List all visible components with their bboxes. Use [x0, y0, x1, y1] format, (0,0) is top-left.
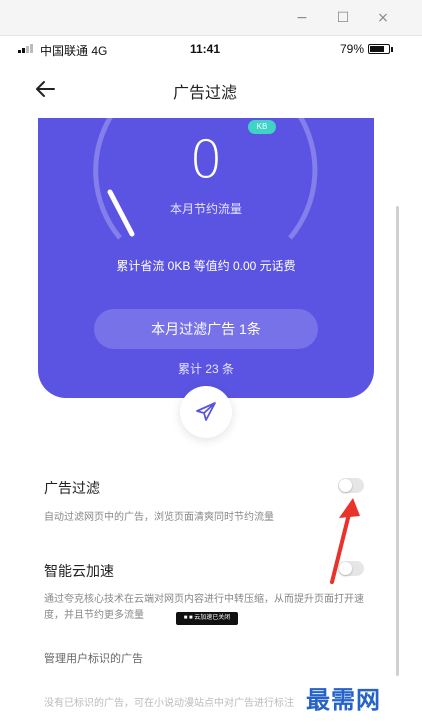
close-button[interactable]: ×	[373, 8, 393, 28]
toggle-knob	[339, 479, 352, 492]
total-filtered-count: 累计 23 条	[177, 362, 235, 376]
annotation-arrow-icon	[330, 498, 360, 584]
ad-filter-toggle[interactable]	[338, 478, 364, 493]
battery-percent: 79%	[339, 42, 364, 56]
carrier-label: 中国联通 4G	[40, 44, 108, 58]
page-title: 广告过滤	[172, 85, 237, 102]
saved-traffic-label: 本月节约流量	[169, 202, 242, 216]
ad-filter-desc: 自动过滤网页中的广告，浏览页面清爽同时节约流量	[44, 512, 274, 523]
share-button[interactable]	[180, 386, 232, 438]
empty-ads-hint: 没有已标识的广告，可在小说动漫站点中对广告进行标注	[44, 698, 294, 709]
battery-tip	[391, 47, 393, 52]
paper-plane-icon	[196, 402, 216, 421]
battery-icon	[368, 44, 390, 54]
status-bar: 中国联通 4G 11:41 79%	[12, 36, 398, 62]
watermark-logo: 最需网	[306, 685, 381, 714]
toast-message: ■ ■ 云加速已关闭	[176, 612, 238, 625]
manage-ads-label[interactable]: 管理用户标识的广告	[44, 650, 143, 666]
cumulative-savings-text: 累计省流 0KB 等值约 0.00 元话费	[116, 259, 296, 273]
traffic-summary-card: KB 0 本月节约流量 累计省流 0KB 等值约 0.00 元话费 本月过滤广告…	[38, 118, 374, 398]
status-time: 11:41	[190, 42, 221, 56]
nav-bar: 广告过滤	[12, 62, 398, 118]
maximize-button[interactable]: ☐	[333, 8, 353, 28]
signal-icon	[18, 43, 36, 53]
minimize-button[interactable]: −	[292, 8, 312, 28]
scrollbar[interactable]	[396, 206, 399, 676]
cloud-accel-title: 智能云加速	[44, 563, 114, 579]
ad-filter-title: 广告过滤	[44, 480, 100, 496]
saved-traffic-value: 0	[189, 130, 223, 190]
monthly-filtered-ads-pill[interactable]: 本月过滤广告 1条	[94, 309, 318, 349]
window-titlebar: − ☐ ×	[0, 0, 422, 36]
